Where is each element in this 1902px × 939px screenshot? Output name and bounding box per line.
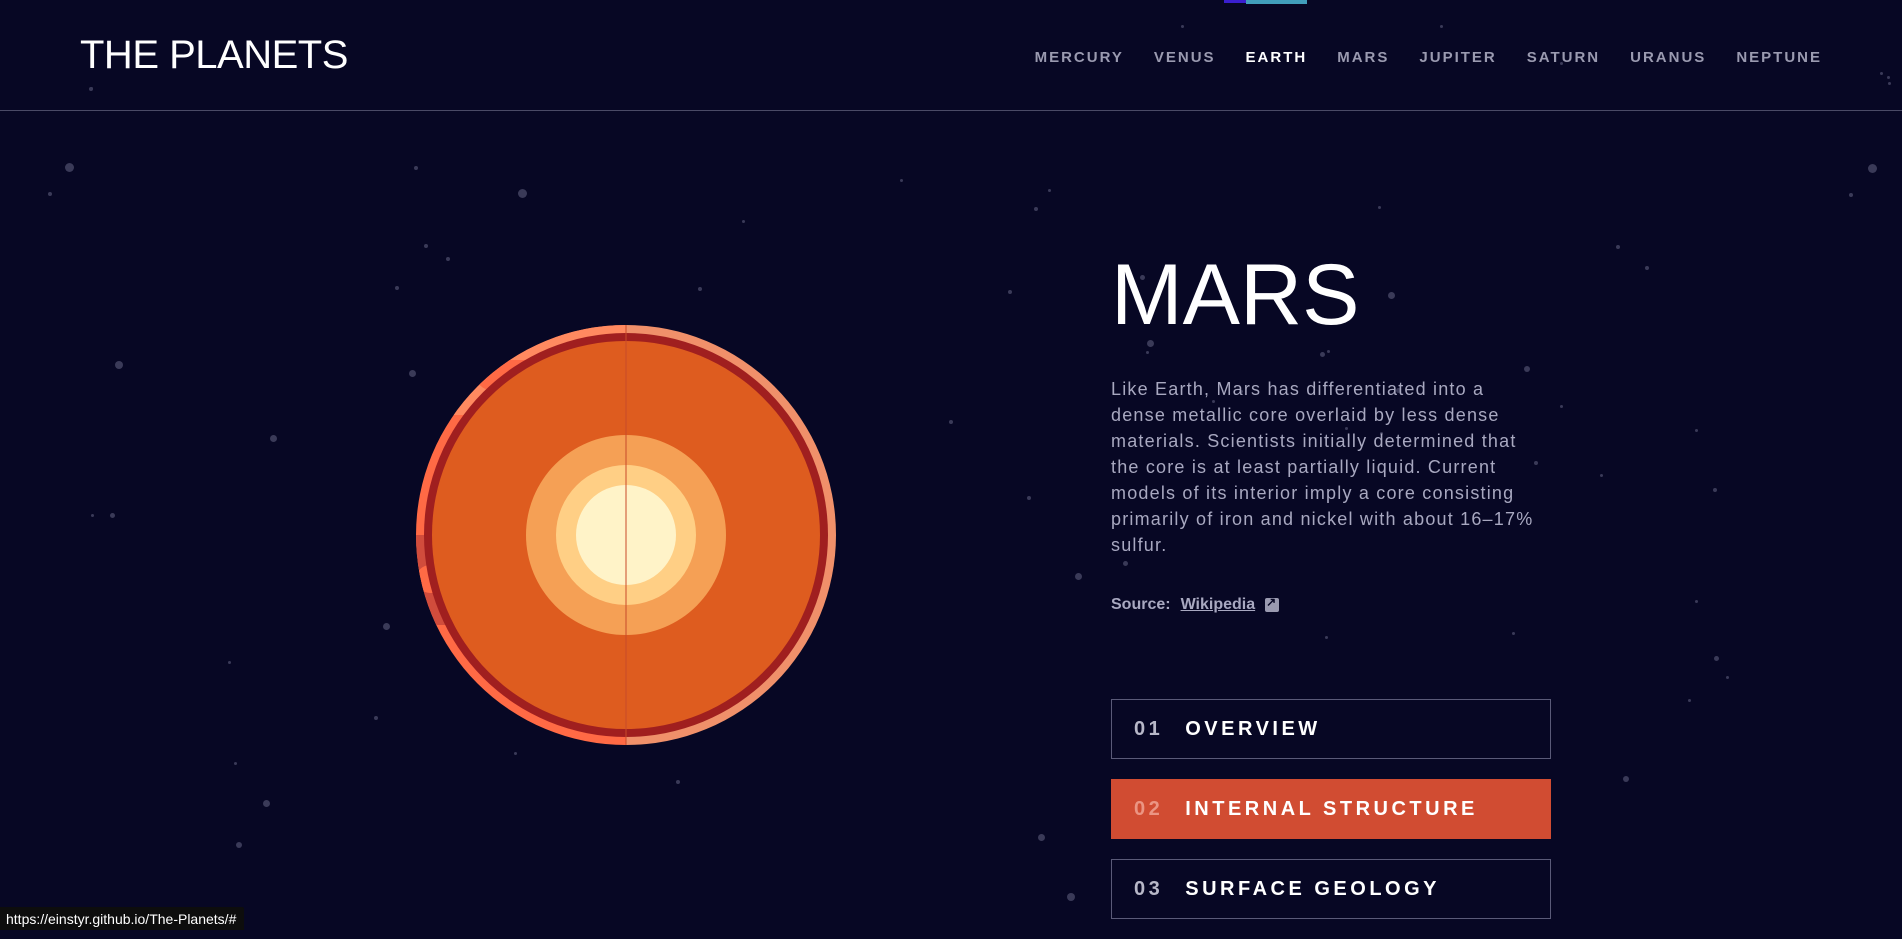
star <box>424 244 428 248</box>
view-tabs: 01 OVERVIEW 02 INTERNAL STRUCTURE 03 SUR… <box>1111 699 1551 939</box>
star <box>1008 290 1012 294</box>
star <box>698 287 702 291</box>
star <box>409 370 416 377</box>
nav-item-mercury[interactable]: MERCURY <box>1035 49 1124 66</box>
nav-item-saturn[interactable]: SATURN <box>1527 49 1600 66</box>
source-label: Source: <box>1111 596 1171 613</box>
nav-item-venus[interactable]: VENUS <box>1154 49 1216 66</box>
tab-overview[interactable]: 01 OVERVIEW <box>1111 699 1551 759</box>
star <box>1868 164 1877 173</box>
status-bar-url: https://einstyr.github.io/The-Planets/# <box>0 907 245 930</box>
star <box>1038 834 1045 841</box>
star <box>742 220 745 223</box>
star <box>1645 266 1649 270</box>
star <box>676 780 680 784</box>
planet-description: Like Earth, Mars has differentiated into… <box>1111 379 1534 555</box>
star <box>900 179 903 182</box>
star <box>1027 496 1031 500</box>
site-header: THE PLANETS MERCURY VENUS EARTH MARS JUP… <box>0 0 1902 111</box>
star <box>263 800 270 807</box>
tab-number: 01 <box>1134 717 1164 740</box>
star <box>91 514 94 517</box>
star <box>1560 405 1563 408</box>
nav-item-neptune[interactable]: NEPTUNE <box>1736 49 1822 66</box>
star <box>949 420 953 424</box>
star <box>48 192 52 196</box>
tab-label: INTERNAL STRUCTURE <box>1185 797 1478 820</box>
star <box>1067 893 1075 901</box>
source-line: Source: Wikipedia <box>1111 595 1551 614</box>
planet-info: MARS Like Earth, Mars has differentiated… <box>1111 245 1551 614</box>
star <box>110 513 115 518</box>
star <box>236 842 242 848</box>
star <box>1600 474 1603 477</box>
star <box>1378 206 1381 209</box>
star <box>414 166 418 170</box>
star <box>1075 573 1082 580</box>
star <box>1048 189 1051 192</box>
tab-number: 02 <box>1134 797 1164 820</box>
tab-surface-geology[interactable]: 03 SURFACE GEOLOGY <box>1111 859 1551 919</box>
star <box>1714 656 1719 661</box>
star <box>1616 245 1620 249</box>
star <box>1325 636 1328 639</box>
star <box>518 189 527 198</box>
star <box>1034 207 1038 211</box>
star <box>270 435 277 442</box>
starfield-background <box>0 0 1902 930</box>
star <box>115 361 123 369</box>
star <box>374 716 378 720</box>
star <box>383 623 390 630</box>
tab-label: OVERVIEW <box>1185 717 1321 740</box>
star <box>446 257 450 261</box>
planet-title: MARS <box>1111 247 1360 343</box>
star <box>1512 632 1515 635</box>
star <box>228 661 231 664</box>
tab-label: SURFACE GEOLOGY <box>1185 877 1440 900</box>
star <box>1726 676 1729 679</box>
nav-item-earth[interactable]: EARTH <box>1245 0 1308 66</box>
mars-internal-structure-icon <box>416 325 836 745</box>
star <box>1849 193 1853 197</box>
star <box>514 752 517 755</box>
star <box>1713 488 1717 492</box>
nav-item-mars[interactable]: MARS <box>1337 49 1389 66</box>
planet-nav: MERCURY VENUS EARTH MARS JUPITER SATURN … <box>1035 0 1822 66</box>
nav-item-uranus[interactable]: URANUS <box>1630 49 1706 66</box>
star <box>1623 776 1629 782</box>
tab-number: 03 <box>1134 877 1164 900</box>
star <box>395 286 399 290</box>
star <box>234 762 237 765</box>
tab-internal-structure[interactable]: 02 INTERNAL STRUCTURE <box>1111 779 1551 839</box>
external-link-icon[interactable] <box>1265 595 1280 612</box>
star <box>1695 429 1698 432</box>
site-logo[interactable]: THE PLANETS <box>80 33 348 77</box>
source-link[interactable]: Wikipedia <box>1181 596 1256 614</box>
nav-item-jupiter[interactable]: JUPITER <box>1419 49 1496 66</box>
star <box>65 163 74 172</box>
star <box>1688 699 1691 702</box>
star <box>1695 600 1698 603</box>
